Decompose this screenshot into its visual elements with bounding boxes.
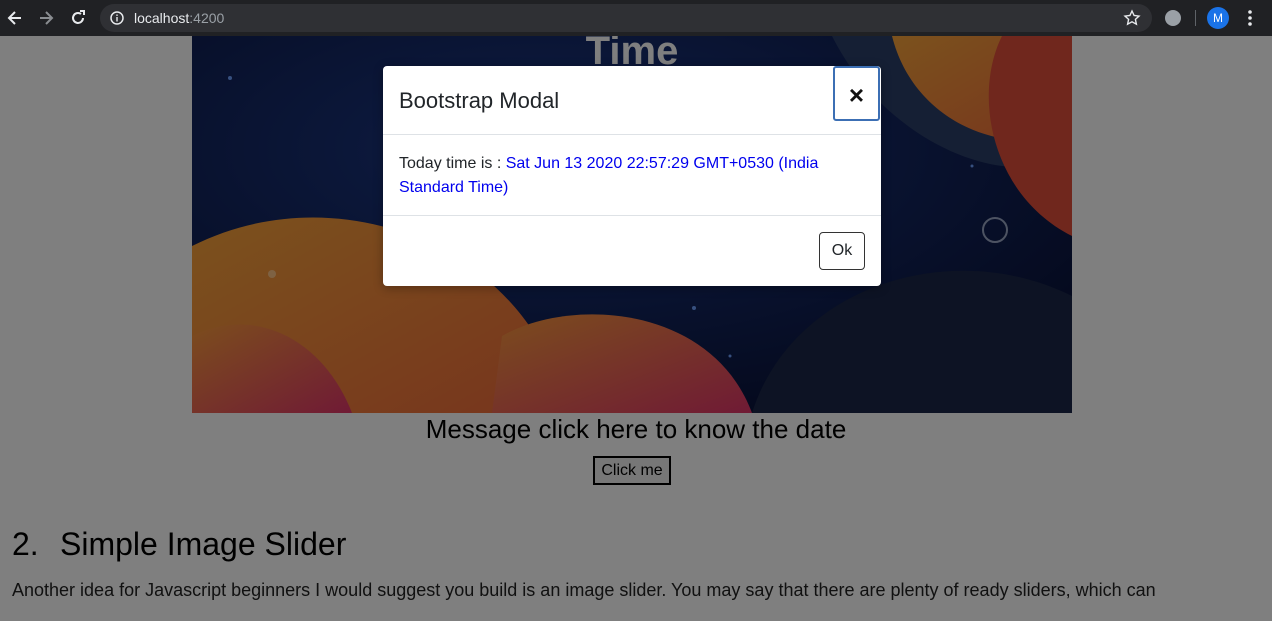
modal-title: Bootstrap Modal <box>399 88 560 113</box>
url-text[interactable]: localhost:4200 <box>134 10 224 26</box>
more-menu-icon[interactable] <box>1242 8 1258 28</box>
bootstrap-modal: Bootstrap Modal × Today time is : Sat Ju… <box>383 66 881 286</box>
browser-toolbar: localhost:4200 M <box>0 0 1272 36</box>
close-button[interactable]: × <box>833 66 880 121</box>
modal-footer: Ok <box>383 215 881 287</box>
info-icon[interactable] <box>110 11 124 25</box>
url-host: localhost <box>134 10 190 26</box>
back-arrow-icon[interactable] <box>5 8 25 28</box>
address-bar[interactable]: localhost:4200 <box>100 4 1152 32</box>
profile-avatar[interactable]: M <box>1207 7 1229 29</box>
modal-body: Today time is : Sat Jun 13 2020 22:57:29… <box>399 152 859 200</box>
close-icon: × <box>848 80 865 110</box>
ok-button[interactable]: Ok <box>819 232 865 270</box>
extension-icon[interactable] <box>1165 10 1181 26</box>
forward-arrow-icon[interactable] <box>36 8 56 28</box>
toolbar-divider <box>1195 10 1196 26</box>
url-port: :4200 <box>189 10 225 26</box>
bookmark-star-icon[interactable] <box>1123 9 1141 27</box>
modal-body-prefix: Today time is : <box>399 155 506 172</box>
reload-icon[interactable] <box>68 8 88 28</box>
modal-header: Bootstrap Modal × <box>383 66 881 135</box>
